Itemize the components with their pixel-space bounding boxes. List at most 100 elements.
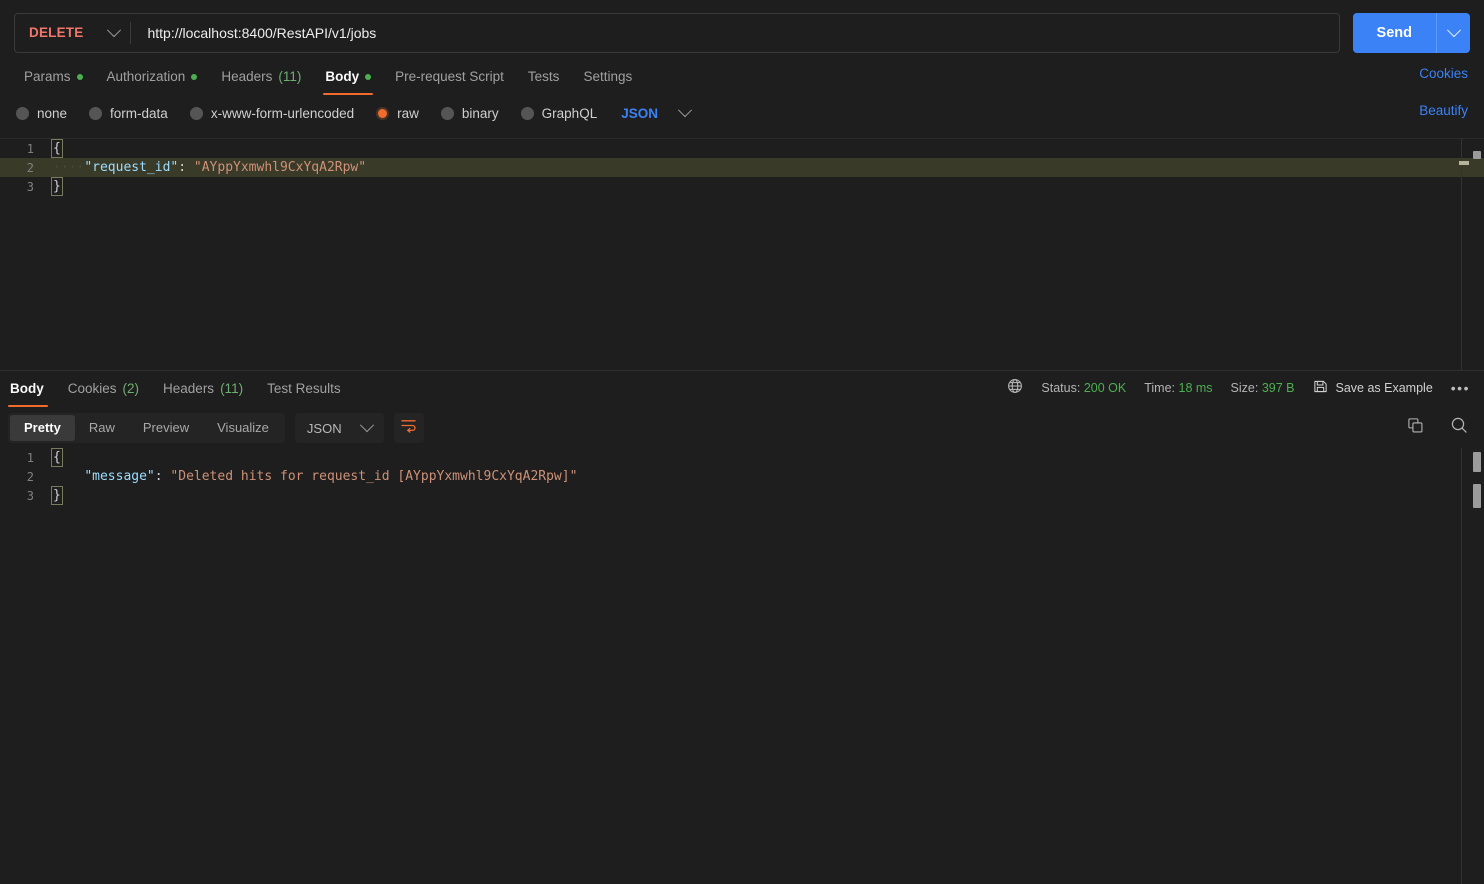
radio-icon: [441, 107, 454, 120]
save-icon: [1313, 379, 1328, 397]
tab-label: Test Results: [267, 381, 341, 396]
http-method-selector[interactable]: DELETE: [15, 14, 130, 52]
time-label: Time:: [1144, 381, 1175, 395]
tab-pre-request-script[interactable]: Pre-request Script: [383, 60, 516, 93]
response-view-mode-group: Pretty Raw Preview Visualize: [8, 413, 285, 443]
json-string-value: "Deleted hits for request_id [AYppYxmwhl…: [170, 469, 577, 484]
copy-icon[interactable]: [1407, 417, 1424, 439]
tab-label: Body: [10, 381, 44, 396]
code-brace: }: [53, 488, 61, 503]
status-badge: Status: 200 OK: [1041, 381, 1126, 395]
beautify-link[interactable]: Beautify: [1419, 103, 1468, 118]
line-number: 3: [0, 180, 46, 194]
tab-authorization[interactable]: Authorization: [95, 60, 210, 93]
body-type-binary[interactable]: binary: [441, 106, 499, 121]
tab-tests[interactable]: Tests: [516, 60, 572, 93]
response-more-menu-icon[interactable]: •••: [1451, 380, 1470, 396]
send-options-button[interactable]: [1436, 13, 1470, 53]
option-label: x-www-form-urlencoded: [211, 106, 354, 121]
option-label: GraphQL: [542, 106, 598, 121]
raw-format-label: JSON: [621, 106, 658, 121]
request-tabs: Params Authorization Headers (11) Body P…: [0, 60, 1484, 93]
radio-icon-selected: [376, 107, 389, 120]
code-brace: {: [53, 450, 61, 465]
tab-label: Authorization: [107, 69, 186, 84]
response-tab-test-results[interactable]: Test Results: [255, 372, 353, 405]
json-string-value: "AYppYxmwhl9CxYqA2Rpw": [194, 160, 366, 175]
body-type-graphql[interactable]: GraphQL: [521, 106, 598, 121]
option-label: raw: [397, 106, 419, 121]
status-value: 200 OK: [1084, 381, 1126, 395]
indent-guide: ····: [53, 160, 84, 175]
tab-label: Pre-request Script: [395, 69, 504, 84]
code-line: 3 }: [0, 177, 1484, 196]
radio-icon: [190, 107, 203, 120]
time-value: 18 ms: [1179, 381, 1213, 395]
view-mode-preview[interactable]: Preview: [129, 415, 203, 441]
view-mode-visualize[interactable]: Visualize: [203, 415, 283, 441]
globe-icon[interactable]: [1007, 378, 1023, 397]
response-status-bar: Status: 200 OK Time: 18 ms Size: 397 B S…: [1007, 378, 1470, 397]
cookies-link[interactable]: Cookies: [1419, 66, 1468, 81]
tab-body[interactable]: Body: [313, 60, 383, 93]
code-line: 3 }: [0, 486, 1484, 505]
response-tab-headers[interactable]: Headers (11): [151, 372, 255, 405]
raw-format-selector[interactable]: JSON: [621, 106, 690, 121]
tab-headers[interactable]: Headers (11): [209, 60, 313, 93]
json-key: "message": [84, 469, 154, 484]
view-mode-pretty[interactable]: Pretty: [10, 415, 75, 441]
response-format-selector[interactable]: JSON: [295, 413, 384, 443]
response-format-label: JSON: [307, 421, 342, 436]
search-icon[interactable]: [1450, 416, 1468, 439]
save-as-example-button[interactable]: Save as Example: [1313, 379, 1433, 397]
body-type-none[interactable]: none: [16, 106, 67, 121]
line-number: 1: [0, 451, 46, 465]
tab-label: Body: [325, 69, 359, 84]
body-type-form-data[interactable]: form-data: [89, 106, 168, 121]
response-view-toolbar: Pretty Raw Preview Visualize JSON: [8, 412, 1476, 444]
modified-dot-icon: [77, 74, 83, 80]
tab-count: (11): [220, 381, 243, 396]
response-tab-body[interactable]: Body: [0, 372, 56, 405]
url-input[interactable]: http://localhost:8400/RestAPI/v1/jobs: [131, 25, 1338, 41]
line-number: 2: [0, 161, 46, 175]
code-line-highlighted: 2 ····"request_id": "AYppYxmwhl9CxYqA2Rp…: [0, 158, 1484, 177]
tab-label: Headers: [221, 69, 272, 84]
view-mode-raw[interactable]: Raw: [75, 415, 129, 441]
body-type-urlencoded[interactable]: x-www-form-urlencoded: [190, 106, 354, 121]
response-tab-cookies[interactable]: Cookies (2): [56, 372, 151, 405]
size-value: 397 B: [1262, 381, 1295, 395]
chevron-down-icon: [360, 418, 374, 432]
tab-label: Settings: [583, 69, 632, 84]
code-brace: {: [53, 141, 61, 156]
json-key: "request_id": [84, 160, 178, 175]
tab-settings[interactable]: Settings: [571, 60, 644, 93]
response-separator: [0, 370, 1484, 371]
body-type-raw[interactable]: raw: [376, 106, 419, 121]
code-line: 1 {: [0, 139, 1484, 158]
radio-icon: [16, 107, 29, 120]
time-badge: Time: 18 ms: [1144, 381, 1212, 395]
word-wrap-toggle-button[interactable]: [394, 413, 424, 443]
word-wrap-icon: [400, 418, 417, 438]
chevron-down-icon: [1446, 23, 1460, 37]
line-number: 3: [0, 489, 46, 503]
minimap-marker: [1459, 161, 1469, 165]
viewer-scrollbar-thumb-bottom[interactable]: [1473, 484, 1481, 508]
editor-scrollbar-thumb[interactable]: [1473, 151, 1481, 159]
json-colon: :: [155, 469, 163, 484]
viewer-scrollbar-thumb-top[interactable]: [1473, 452, 1481, 472]
tab-params[interactable]: Params: [12, 60, 95, 93]
response-body-viewer[interactable]: 1 { 2 "message": "Deleted hits for reque…: [0, 448, 1484, 884]
request-url-bar: DELETE http://localhost:8400/RestAPI/v1/…: [0, 0, 1484, 65]
radio-icon: [521, 107, 534, 120]
viewer-minimap-divider: [1461, 448, 1462, 884]
send-button[interactable]: Send: [1353, 13, 1436, 53]
request-body-editor[interactable]: 1 { 2 ····"request_id": "AYppYxmwhl9CxYq…: [0, 138, 1484, 370]
code-brace: }: [53, 179, 61, 194]
tab-label: Params: [24, 69, 71, 84]
code-line: 1 {: [0, 448, 1484, 467]
tab-label: Cookies: [68, 381, 117, 396]
json-colon: :: [178, 160, 186, 175]
body-type-options: none form-data x-www-form-urlencoded raw…: [0, 99, 1484, 127]
